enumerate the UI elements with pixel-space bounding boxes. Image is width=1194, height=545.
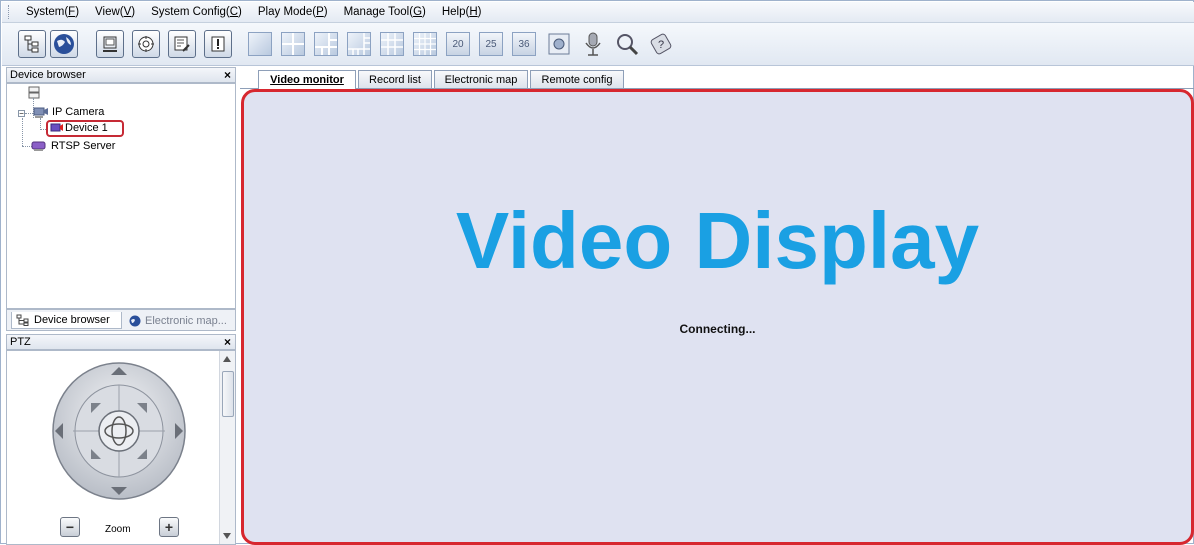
ptz-scroll-thumb[interactable] — [222, 371, 234, 417]
menu-bar: System(F) View(V) System Config(C) Play … — [2, 2, 1194, 23]
device-tree: − IP Camera Device 1 RTSP Server — [6, 83, 236, 309]
tree-item-device-1[interactable]: Device 1 — [65, 122, 108, 134]
grid-4-icon — [282, 33, 304, 55]
tab-electronic-map-label: Electronic map... — [145, 314, 227, 327]
layout-20-button[interactable]: 20 — [446, 32, 470, 56]
device-tree-button[interactable] — [18, 30, 46, 58]
menu-view[interactable]: View(V) — [87, 6, 143, 18]
alarm-icon — [211, 36, 225, 52]
ptz-direction-pad[interactable] — [51, 361, 187, 501]
layout-1-button[interactable] — [248, 32, 272, 56]
ptz-title: PTZ — [10, 336, 31, 348]
connection-status: Connecting... — [679, 322, 756, 336]
rtsp-server-icon — [31, 141, 46, 151]
device-browser-title: Device browser — [10, 69, 86, 81]
ptz-scrollbar[interactable] — [219, 351, 235, 544]
layout-9-button[interactable] — [380, 32, 404, 56]
tab-record-list[interactable]: Record list — [358, 70, 432, 88]
app-window: System(F) View(V) System Config(C) Play … — [0, 0, 1194, 545]
tab-electronic-map-main[interactable]: Electronic map — [434, 70, 528, 88]
layout-6-button[interactable] — [314, 32, 338, 56]
globe-icon — [54, 34, 74, 54]
tab-remote-config[interactable]: Remote config — [530, 70, 624, 88]
ip-camera-group-icon — [33, 107, 48, 118]
record-icon — [103, 36, 117, 52]
tab-device-browser[interactable]: Device browser — [11, 312, 122, 329]
ip-camera-collapse-toggle[interactable]: − — [18, 110, 25, 118]
device-browser-close-button[interactable]: × — [224, 69, 231, 81]
search-button[interactable] — [614, 31, 640, 57]
help-button[interactable]: ? — [648, 31, 674, 57]
tree-item-rtsp-server[interactable]: RTSP Server — [51, 140, 115, 152]
camera-icon — [50, 123, 63, 132]
server-icon[interactable] — [27, 86, 41, 100]
alarm-button[interactable] — [204, 30, 232, 58]
tab-electronic-map[interactable]: Electronic map... — [125, 312, 233, 329]
layout-25-button[interactable]: 25 — [479, 32, 503, 56]
device-tree-icon — [16, 314, 29, 326]
ptz-header: PTZ × — [6, 334, 236, 350]
zoom-label: Zoom — [105, 524, 131, 535]
microphone-button[interactable] — [580, 31, 606, 57]
grid-8-icon — [348, 33, 370, 55]
snapshot-icon — [548, 33, 570, 55]
record-button[interactable] — [96, 30, 124, 58]
scroll-up-icon[interactable] — [223, 356, 231, 362]
menu-system-config[interactable]: System Config(C) — [143, 6, 250, 18]
grid-9-icon — [381, 33, 403, 55]
microphone-icon — [585, 32, 601, 56]
zoom-out-button[interactable]: − — [60, 517, 80, 537]
toolbar: 20 25 36 ? — [2, 23, 1194, 66]
main-tabs: Video monitor Record list Electronic map… — [240, 67, 1194, 89]
layout-8-button[interactable] — [347, 32, 371, 56]
config-icon — [174, 36, 190, 52]
device-browser-header: Device browser × — [6, 67, 236, 83]
menu-grip — [8, 5, 12, 19]
video-display-area[interactable]: Video Display Connecting... — [241, 89, 1194, 545]
grid-6-icon — [315, 33, 337, 55]
svg-text:?: ? — [658, 39, 664, 51]
ptz-panel: − Zoom + — [6, 350, 236, 545]
menu-play-mode[interactable]: Play Mode(P) — [250, 6, 336, 18]
magnifier-icon — [617, 34, 639, 56]
video-display-title: Video Display — [455, 196, 980, 285]
help-icon: ? — [650, 33, 672, 55]
scroll-down-icon[interactable] — [223, 533, 231, 539]
grid-16-icon — [414, 33, 436, 55]
menu-help[interactable]: Help(H) — [434, 6, 490, 18]
ptz-close-button[interactable]: × — [224, 336, 231, 348]
globe-button[interactable] — [50, 30, 78, 58]
tree-item-ip-camera[interactable]: IP Camera — [52, 106, 104, 118]
menu-manage-tool[interactable]: Manage Tool(G) — [336, 6, 434, 18]
layout-16-button[interactable] — [413, 32, 437, 56]
tab-video-monitor[interactable]: Video monitor — [258, 70, 356, 89]
globe-icon — [129, 315, 141, 326]
tab-device-browser-label: Device browser — [34, 314, 110, 326]
zoom-in-button[interactable]: + — [159, 517, 179, 537]
device-tree-icon — [24, 35, 39, 53]
snapshot-button[interactable] — [546, 31, 572, 57]
layout-4-button[interactable] — [281, 32, 305, 56]
ptz-button[interactable] — [132, 30, 160, 58]
layout-36-button[interactable]: 36 — [512, 32, 536, 56]
ptz-icon — [138, 36, 154, 52]
left-panel-tabs: Device browser Electronic map... — [6, 309, 236, 331]
config-button[interactable] — [168, 30, 196, 58]
menu-system[interactable]: System(F) — [18, 6, 87, 18]
